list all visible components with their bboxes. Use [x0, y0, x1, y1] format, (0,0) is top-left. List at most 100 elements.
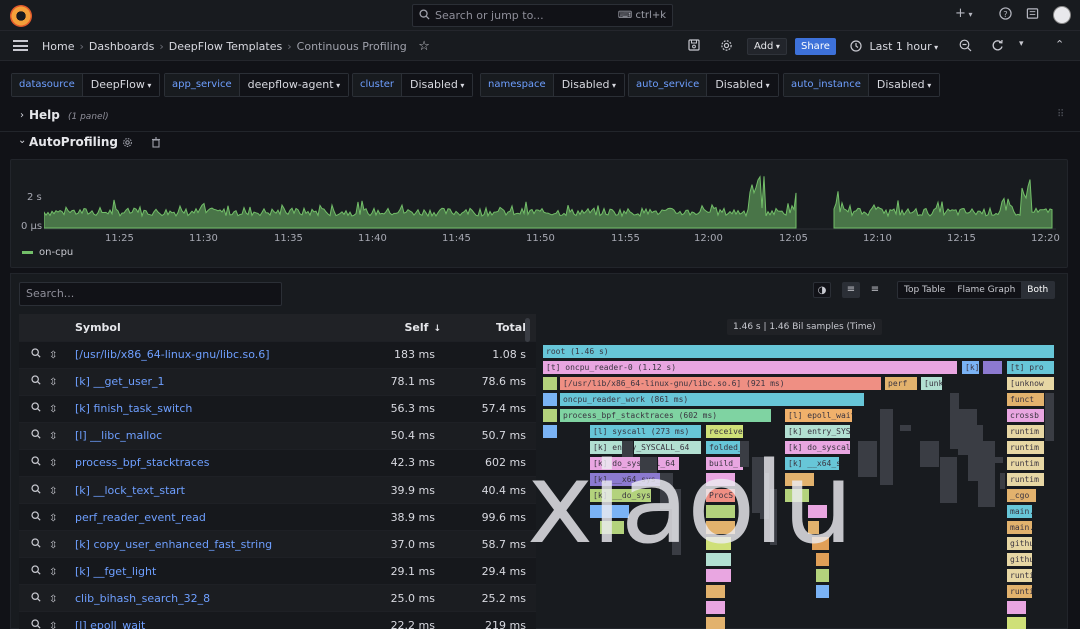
variable-value[interactable]: Disabled ▾ — [402, 74, 473, 96]
oncpu-series-segment[interactable] — [833, 179, 1053, 229]
flame-frame[interactable] — [600, 521, 625, 534]
flame-frame[interactable]: [k] do_syscall_64 — [590, 457, 680, 470]
sandwich-view-icon[interactable]: ⇳ — [49, 377, 57, 388]
flame-frame[interactable]: crossb — [1007, 409, 1045, 422]
flame-frame[interactable]: _cgo — [1007, 489, 1037, 502]
flame-frame-collapsed[interactable] — [760, 473, 770, 519]
flame-frame[interactable] — [1007, 617, 1027, 629]
collapse-header-chevron-icon[interactable]: ⌃ — [1055, 38, 1064, 51]
flame-frame[interactable]: main. — [1007, 521, 1033, 534]
table-row[interactable]: ⇳ clib_bihash_search_32_8 25.0 ms 25.2 ms — [19, 584, 536, 612]
settings-gear-icon[interactable] — [720, 39, 733, 55]
row-help[interactable]: › Help (1 panel) ⠿ — [0, 104, 1080, 132]
flame-frame[interactable] — [983, 361, 1003, 374]
help-icon[interactable]: ? — [999, 7, 1012, 24]
flame-frame[interactable]: perf — [885, 377, 918, 390]
flame-frame-collapsed[interactable] — [940, 457, 958, 503]
symbol-cell[interactable]: [k] __lock_text_start — [75, 475, 335, 504]
variable-app-service[interactable]: app_service deepflow-agent ▾ — [164, 73, 350, 97]
zoom-out-icon[interactable] — [959, 39, 972, 55]
global-search-input[interactable]: Search or jump to... ⌨ ctrl+k — [412, 4, 673, 27]
flame-frame-collapsed[interactable] — [640, 457, 658, 473]
flame-frame[interactable]: [k] __x64_sys_bpf — [590, 473, 670, 486]
flame-frame[interactable] — [816, 569, 830, 582]
breadcrumb-home[interactable]: Home — [42, 40, 74, 53]
flame-frame[interactable]: funct — [1007, 393, 1045, 406]
search-icon[interactable] — [31, 510, 41, 524]
add-button[interactable]: Add ▾ — [747, 38, 787, 55]
flame-frame-collapsed[interactable] — [858, 441, 878, 477]
flame-frame[interactable] — [812, 537, 830, 550]
symbol-cell[interactable]: clib_bihash_search_32_8 — [75, 584, 335, 612]
row-autoprofiling[interactable]: ⌄ AutoProfiling — [0, 131, 1080, 159]
flame-frame[interactable] — [816, 585, 830, 598]
search-icon[interactable] — [31, 538, 41, 551]
table-row[interactable]: ⇳ [k] __lock_text_start 39.9 ms 40.4 ms — [19, 475, 536, 504]
flame-frame[interactable] — [706, 473, 736, 486]
news-icon[interactable] — [1026, 7, 1039, 24]
breadcrumb-dashboards[interactable]: Dashboards — [89, 40, 154, 53]
table-row[interactable]: ⇳ [k] __get_user_1 78.1 ms 78.6 ms — [19, 367, 536, 396]
flame-frame[interactable] — [543, 377, 558, 390]
flame-frame-collapsed[interactable] — [920, 441, 940, 467]
flame-frame-collapsed[interactable] — [1045, 409, 1055, 425]
flame-frame-collapsed[interactable] — [740, 441, 750, 467]
flame-frame[interactable]: main. — [1007, 505, 1033, 518]
table-row[interactable]: ⇳ [k] __fget_light 29.1 ms 29.4 ms — [19, 557, 536, 585]
sandwich-view-icon[interactable]: ⇳ — [49, 431, 57, 442]
flame-frame-collapsed[interactable] — [1045, 425, 1055, 441]
symbol-cell[interactable]: process_bpf_stacktraces — [75, 448, 335, 477]
flame-frame[interactable]: [/usr/lib/x86_64-linux-gnu/libc.so.6] (9… — [560, 377, 882, 390]
view-top-table-button[interactable]: Top Table — [898, 282, 951, 298]
table-row[interactable]: ⇳ [k] copy_user_enhanced_fast_string 37.0 … — [19, 530, 536, 558]
flame-frame[interactable] — [706, 617, 726, 629]
sandwich-view-icon[interactable]: ⇳ — [49, 350, 57, 361]
flame-frame[interactable] — [808, 505, 828, 518]
flame-frame-collapsed[interactable] — [880, 409, 894, 485]
symbol-cell[interactable]: [k] copy_user_enhanced_fast_string — [75, 530, 335, 558]
time-range-picker[interactable]: Last 1 hour ▾ — [850, 38, 938, 55]
flame-frame[interactable]: [t] pro — [1007, 361, 1055, 374]
flame-frame[interactable] — [785, 489, 810, 502]
flame-frame[interactable]: githu — [1007, 553, 1033, 566]
breadcrumb-folder[interactable]: DeepFlow Templates — [169, 40, 283, 53]
symbol-cell[interactable]: [/usr/lib/x86_64-linux-gnu/libc.so.6] — [75, 340, 335, 369]
refresh-icon[interactable] — [991, 39, 1004, 55]
oncpu-series-segment[interactable] — [44, 175, 797, 229]
flame-frame[interactable]: [k] — [962, 361, 980, 374]
sandwich-view-icon[interactable]: ⇳ — [49, 458, 57, 469]
search-icon[interactable] — [31, 348, 41, 361]
flame-frame[interactable]: [k] entry_SYSC — [785, 425, 851, 438]
variable-auto-instance[interactable]: auto_instance Disabled ▾ — [783, 73, 941, 97]
sandwich-view-icon[interactable]: ⇳ — [49, 486, 57, 497]
symbol-cell[interactable]: [l] epoll_wait — [75, 611, 335, 629]
flame-frame-collapsed[interactable] — [1000, 473, 1006, 489]
flame-frame[interactable]: oncpu_reader_work (861 ms) — [560, 393, 865, 406]
table-row[interactable]: ⇳ process_bpf_stacktraces 42.3 ms 602 ms — [19, 448, 536, 477]
table-row[interactable]: ⇳ [/usr/lib/x86_64-linux-gnu/libc.so.6] 18… — [19, 340, 536, 369]
flame-frame[interactable]: runtim — [1007, 585, 1033, 598]
flame-frame-collapsed[interactable] — [990, 457, 1004, 463]
flame-frame[interactable]: runtim — [1007, 457, 1045, 470]
flame-frame[interactable] — [808, 521, 820, 534]
flame-frame[interactable] — [706, 569, 732, 582]
flame-frame[interactable]: [k] __x64_s — [785, 457, 840, 470]
search-icon[interactable] — [31, 375, 41, 388]
flame-frame[interactable]: [unknow — [1007, 377, 1055, 390]
flame-frame-collapsed[interactable] — [770, 489, 778, 545]
user-avatar[interactable] — [1053, 6, 1071, 24]
text-align-left-icon[interactable]: ≡ — [842, 282, 860, 298]
flame-frame[interactable]: [l] epoll_wait — [785, 409, 853, 422]
symbol-cell[interactable]: [k] finish_task_switch — [75, 394, 335, 423]
variable-value[interactable]: Disabled ▾ — [868, 74, 940, 96]
symbol-cell[interactable]: [k] __get_user_1 — [75, 367, 335, 396]
new-plus-button[interactable]: + ▾ — [955, 6, 972, 21]
flame-frame[interactable]: [t] oncpu_reader-0 (1.12 s) — [543, 361, 958, 374]
row-delete-trash-icon[interactable] — [151, 137, 161, 151]
flame-frame-collapsed[interactable] — [900, 425, 912, 431]
sandwich-view-icon[interactable]: ⇳ — [49, 404, 57, 415]
variable-value[interactable]: deepflow-agent ▾ — [239, 74, 349, 96]
flame-frame[interactable]: root (1.46 s) — [543, 345, 1055, 358]
variable-value[interactable]: Disabled ▾ — [553, 74, 625, 96]
sandwich-view-icon[interactable]: ⇳ — [49, 567, 57, 578]
